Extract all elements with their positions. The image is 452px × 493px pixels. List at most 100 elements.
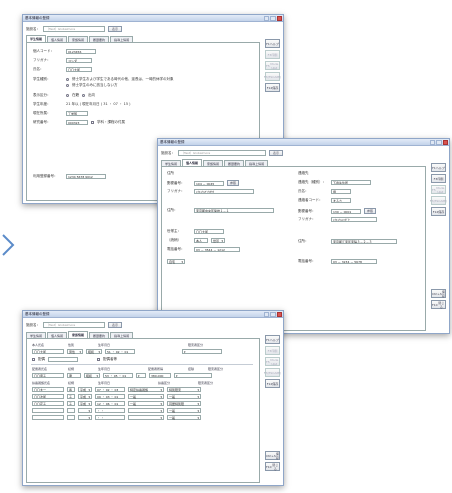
print-button[interactable]: F3 印刷: [265, 50, 280, 59]
name-input[interactable]: 〇〇大郎: [66, 67, 92, 72]
zip-lookup-button[interactable]: 参照: [227, 180, 240, 186]
self-dob-input[interactable]: 51 ・ 02 ・ 01: [105, 349, 135, 354]
radio-type-1[interactable]: [66, 78, 69, 81]
dep-era-select[interactable]: 平成: [78, 394, 92, 399]
help-button[interactable]: F1 ヘルプ: [265, 335, 280, 344]
close-window-button[interactable]: F10 閉じる: [431, 300, 446, 309]
maximize-button[interactable]: [270, 16, 276, 21]
facility-select[interactable]: （Test）Globalmore: [43, 322, 105, 328]
dep-rel-input[interactable]: 子: [67, 401, 75, 406]
dept-input[interactable]: 工学部: [66, 111, 88, 116]
research-checkbox[interactable]: [91, 121, 94, 124]
help-button[interactable]: F1 ヘルプ: [265, 39, 280, 48]
relation-input[interactable]: 本人: [194, 238, 208, 243]
dep-type-select[interactable]: 特定扶養親族: [128, 387, 164, 392]
mode-update-button[interactable]: F5 Mode Upd: [431, 185, 446, 194]
zip-input[interactable]: 104 － 0045: [194, 180, 224, 186]
close-window-button[interactable]: F10 閉じる: [265, 462, 280, 471]
dep-era-select[interactable]: [78, 415, 92, 420]
spouse-blank-input[interactable]: [48, 357, 78, 362]
facility-show-button[interactable]: 表示: [108, 26, 122, 32]
save-button[interactable]: F12 保存: [431, 207, 446, 216]
dep-rel-input[interactable]: [67, 408, 75, 413]
spouse-checkbox[interactable]: [32, 358, 35, 361]
print-button[interactable]: F3 印刷: [265, 346, 280, 355]
spouse-name-input[interactable]: 〇〇康子: [32, 373, 64, 378]
zip-r-lookup-button[interactable]: 参照: [364, 208, 377, 214]
spouse-income-input[interactable]: 380,000: [149, 373, 171, 378]
tab-student[interactable]: 学生情報: [26, 35, 47, 42]
code-input[interactable]: 0123456: [66, 49, 96, 54]
kana-input[interactable]: ﾄｳｷｮｳﾄﾁｭｳｵｳｸ: [194, 189, 254, 194]
tel-r-input[interactable]: 03 － 3234 － 5678: [331, 259, 377, 264]
dep-type-select[interactable]: 一般: [128, 401, 164, 406]
tab-family[interactable]: 家族情報: [68, 331, 89, 338]
spouse-era-select[interactable]: 昭和: [84, 373, 100, 378]
contact-type-input[interactable]: 下宿先住所: [331, 180, 371, 185]
facility-show-button[interactable]: 表示: [269, 150, 283, 156]
mode-update-button[interactable]: F5 Mode Upd: [265, 357, 280, 366]
kana-input[interactable]: ヨシダ: [66, 58, 92, 63]
kana-r-input[interactable]: ﾄｳｷｮｳﾄｽﾐﾀﾞｸ: [331, 217, 377, 222]
spouse-dob-input[interactable]: 53 ・ 05 ・ 01: [103, 373, 133, 378]
self-era-select[interactable]: 昭和: [86, 349, 102, 354]
dep-type-select[interactable]: 一般: [128, 394, 164, 399]
escape-button[interactable]: F7 (ESCAPE): [264, 368, 281, 377]
facility-select[interactable]: （Test）Globalmore: [178, 150, 266, 156]
save-button[interactable]: F12 保存: [265, 83, 280, 92]
dep-disability-select[interactable]: 一般: [167, 415, 201, 420]
dep-disability-select[interactable]: 一般: [167, 408, 201, 413]
contact-name-input[interactable]: 母: [331, 189, 351, 194]
help-button[interactable]: F1 ヘルプ: [431, 163, 446, 172]
self-sex-select[interactable]: 男性: [67, 349, 83, 354]
minimize-button[interactable]: [264, 16, 270, 21]
dep-name-input[interactable]: [32, 415, 64, 420]
dep-rel-input[interactable]: 子: [67, 394, 75, 399]
registration-input[interactable]: 1234 5678 9012: [66, 174, 106, 179]
dep-era-select[interactable]: 平成: [78, 387, 92, 392]
spouse-disability-select[interactable]: [174, 373, 212, 378]
head-input[interactable]: 〇〇大郎: [194, 229, 224, 234]
dep-era-select[interactable]: 平成: [78, 401, 92, 406]
maximize-button[interactable]: [270, 312, 276, 317]
zip-r-input[interactable]: 130 － 0001: [331, 208, 361, 214]
self-name-input[interactable]: 〇〇大郎: [32, 349, 64, 354]
dep-rel-input[interactable]: 長: [67, 387, 75, 392]
radio-enrolled[interactable]: [66, 94, 69, 97]
spouse-deduction-select[interactable]: [136, 373, 146, 378]
escape-button[interactable]: F7 (ESCAPE): [264, 72, 281, 81]
radio-secondment[interactable]: [82, 94, 85, 97]
dep-rel-input[interactable]: [67, 415, 75, 420]
close-button[interactable]: [276, 16, 282, 21]
spouse-rel-input[interactable]: 妻: [67, 373, 81, 378]
research-input[interactable]: 000323: [66, 120, 88, 125]
dep-dob-input[interactable]: ・ ・: [95, 408, 125, 413]
dep-dob-input[interactable]: 07 ・ 02 ・ 03: [95, 387, 125, 392]
print-button[interactable]: F3 印刷: [431, 174, 446, 183]
dep-era-select[interactable]: [78, 408, 92, 413]
dep-name-input[interactable]: [32, 408, 64, 413]
dep-dob-input[interactable]: 09 ・ 03 ・ 01: [95, 394, 125, 399]
spouse-deduction-checkbox[interactable]: [97, 358, 100, 361]
dep-disability-select[interactable]: 特別障害: [167, 387, 201, 392]
facility-select[interactable]: （Test）Globalmore: [43, 26, 105, 32]
dep-name-input[interactable]: 〇〇太一: [32, 387, 64, 392]
mode-update-button[interactable]: F5 Mode Upd: [265, 61, 280, 70]
address-r-input[interactable]: 東京都江東区東陽３－２－３: [331, 239, 397, 244]
self-disability-select[interactable]: [182, 349, 222, 354]
dep-name-input[interactable]: 〇〇花子: [32, 401, 64, 406]
minimize-button[interactable]: [430, 140, 436, 145]
dep-disability-select[interactable]: 一般: [167, 394, 201, 399]
relation-select[interactable]: 世帯: [211, 238, 225, 243]
ctrl-save-button[interactable]: Ctrl+S 保存: [265, 451, 280, 460]
tab-personal[interactable]: 個人情報: [182, 159, 203, 166]
dep-name-input[interactable]: 〇〇次郎: [32, 394, 64, 399]
close-button[interactable]: [276, 312, 282, 317]
facility-show-button[interactable]: 表示: [108, 322, 122, 328]
escape-button[interactable]: F7 (ESCAPE): [430, 196, 447, 205]
maximize-button[interactable]: [436, 140, 442, 145]
dep-type-select[interactable]: [128, 408, 164, 413]
dep-dob-input[interactable]: 12 ・ 06 ・ 01: [95, 401, 125, 406]
dep-disability-select[interactable]: 同居特別障: [167, 401, 201, 406]
phone-type-select[interactable]: 自宅: [167, 259, 185, 264]
